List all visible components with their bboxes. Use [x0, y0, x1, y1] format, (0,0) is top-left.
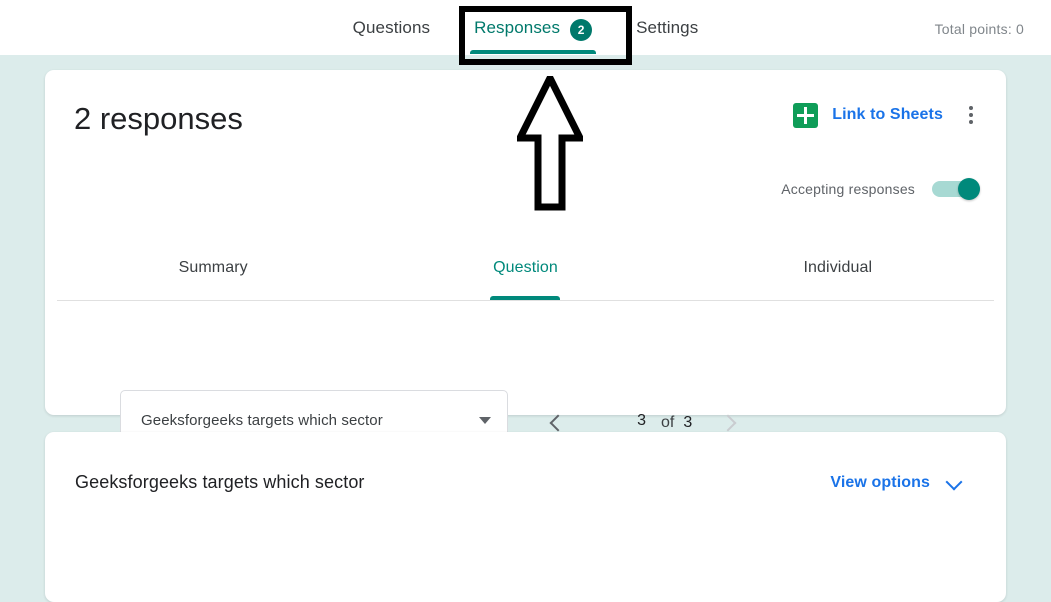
subtab-question[interactable]: Question	[369, 245, 681, 300]
caret-down-icon	[479, 416, 491, 424]
subtab-summary-label: Summary	[178, 259, 248, 276]
question-select-value: Geeksforgeeks targets which sector	[141, 411, 383, 429]
responses-count-badge: 2	[570, 19, 593, 41]
responses-count-heading: 2 responses	[74, 101, 243, 136]
link-to-sheets-button[interactable]: Link to Sheets	[832, 106, 943, 124]
view-options-label: View options	[830, 474, 930, 491]
question-title: Geeksforgeeks targets which sector	[75, 472, 365, 492]
tab-questions[interactable]: Questions	[331, 0, 452, 55]
top-header-bar: Questions Responses 2 Settings Total poi…	[0, 0, 1051, 55]
responses-subtab-list: Summary Question Individual	[57, 245, 994, 301]
kebab-dot	[969, 120, 973, 124]
total-points-label: Total points: 0	[934, 21, 1024, 37]
question-detail-card: Geeksforgeeks targets which sector View …	[45, 432, 1006, 602]
more-vert-icon[interactable]	[961, 102, 983, 128]
tab-responses[interactable]: Responses 2	[452, 0, 614, 55]
subtab-question-label: Question	[493, 259, 558, 276]
toggle-knob	[958, 178, 980, 200]
google-sheets-icon	[793, 102, 819, 128]
subtab-summary[interactable]: Summary	[57, 245, 369, 300]
pager-of-label: of	[661, 413, 675, 431]
subtab-individual-label: Individual	[803, 259, 873, 276]
kebab-dot	[969, 113, 973, 117]
tab-settings-label: Settings	[636, 18, 699, 37]
responses-card: 2 responses Link to Sheets Accepting res…	[45, 70, 1006, 450]
accepting-responses-toggle[interactable]	[932, 178, 982, 200]
tab-questions-label: Questions	[352, 18, 431, 37]
sheets-link-row: Link to Sheets	[793, 102, 983, 128]
tab-responses-label: Responses	[474, 18, 561, 37]
accepting-responses-row: Accepting responses	[781, 178, 982, 200]
kebab-dot	[969, 106, 973, 110]
subtab-question-underline	[490, 296, 561, 300]
tab-settings[interactable]: Settings	[614, 0, 720, 55]
accepting-responses-label: Accepting responses	[781, 181, 915, 197]
tab-responses-underline	[470, 50, 597, 54]
view-options-button[interactable]: View options	[830, 474, 962, 492]
pager-total-label: 3	[683, 413, 693, 431]
header-tab-list: Questions Responses 2 Settings	[0, 0, 1051, 55]
subtab-individual[interactable]: Individual	[682, 245, 994, 300]
chevron-down-icon	[946, 475, 962, 491]
